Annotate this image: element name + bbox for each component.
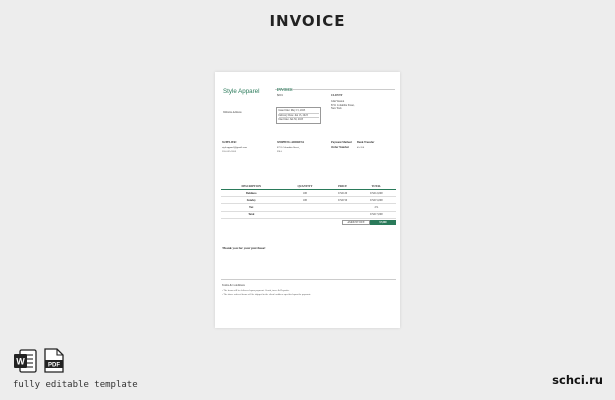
cell-description: Boldness xyxy=(221,189,282,198)
cell-total: USD 2,000 xyxy=(356,189,396,198)
cell-price xyxy=(328,203,357,212)
company-name: Style Apparel xyxy=(223,88,260,95)
page-title: INVOICE xyxy=(269,12,346,30)
terms-line: • The above ordered items will be shippe… xyxy=(222,292,311,296)
cell-description: Total xyxy=(221,211,282,219)
supplier-phone: 555-555-5555 xyxy=(222,149,237,153)
cell-price: USD 20 xyxy=(328,189,357,198)
supplier-label: SUPPLIER: xyxy=(222,141,237,144)
table-row: Sunday 100 USD 50 USD 5,000 xyxy=(221,196,396,205)
amount-due-label: AMOUNT DUE xyxy=(342,220,370,225)
cell-price: USD 50 xyxy=(328,196,357,205)
terms-divider xyxy=(221,279,396,280)
payment-method-value: Bank Transfer xyxy=(357,141,375,144)
site-watermark: schci.ru xyxy=(552,373,603,387)
cell-quantity: 100 xyxy=(281,196,329,205)
table-row: Tax 2% xyxy=(221,203,396,212)
header-divider xyxy=(275,89,395,90)
due-date: Due Date: Jun 30, 2023 xyxy=(278,118,304,122)
terms-line: • The items will be delivered upon payme… xyxy=(222,288,290,292)
amount-due: AMOUNT DUE $7,000 xyxy=(342,220,396,225)
items-table: DESCRIPTION QUANTITY PRICE TOTAL Boldnes… xyxy=(221,184,396,219)
client-label: CLIENT xyxy=(331,93,343,97)
cell-description: Tax xyxy=(221,203,282,212)
table-row: Total USD 7,000 xyxy=(221,211,396,219)
invoice-document: Style Apparel INVOICE $001 CLIENT John W… xyxy=(215,72,400,328)
client-city: New York xyxy=(331,107,342,110)
amount-due-value: $7,000 xyxy=(370,220,396,225)
cell-description: Sunday xyxy=(221,196,282,205)
dates-box: Issue Date: May 15, 2023 Delivery Date: … xyxy=(276,107,321,124)
cell-price xyxy=(328,211,357,219)
shipping-country: USA xyxy=(277,149,283,153)
invoice-number: $001 xyxy=(277,93,283,97)
order-number-value: 45-356 xyxy=(357,146,365,149)
terms-title: Terms & Conditions xyxy=(222,284,245,287)
pdf-file-icon: PDF xyxy=(44,348,64,373)
cell-quantity: 100 xyxy=(281,189,329,198)
thank-you-note: Thank you for your purchase! xyxy=(222,246,266,250)
website-address: Website Address xyxy=(223,111,242,114)
cell-total: USD 5,000 xyxy=(356,196,396,205)
cell-quantity xyxy=(281,211,329,219)
cell-total: 2% xyxy=(356,203,396,212)
word-file-icon: W xyxy=(13,349,37,373)
template-caption: fully editable template xyxy=(13,380,138,390)
cell-total: USD 7,000 xyxy=(356,211,396,219)
table-row: Boldness 100 USD 20 USD 2,000 xyxy=(221,189,396,198)
word-letter: W xyxy=(16,357,25,367)
invoice-label: INVOICE xyxy=(277,88,293,92)
order-number-label: Order Number xyxy=(331,146,350,149)
payment-method-label: Payment Method xyxy=(331,141,352,144)
cell-quantity xyxy=(281,203,329,212)
pdf-text: PDF xyxy=(48,363,60,369)
shipping-label: SHIPPING ADDRESS xyxy=(277,141,305,144)
